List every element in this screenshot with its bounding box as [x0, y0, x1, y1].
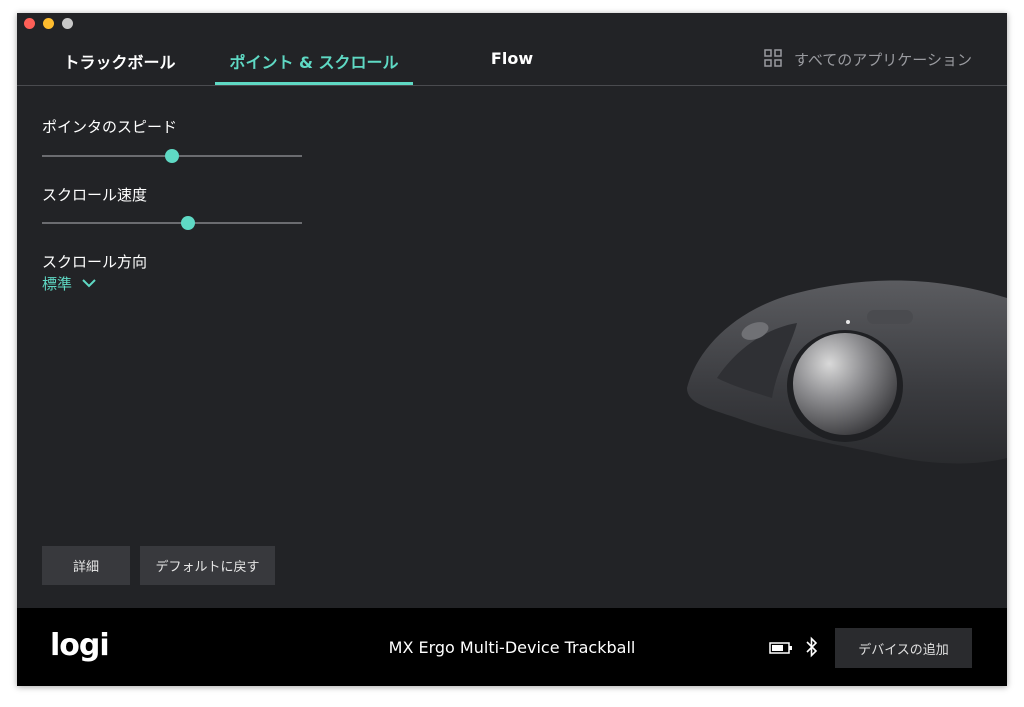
window-controls: [24, 18, 73, 29]
slider-track: [42, 222, 302, 224]
app-window: トラックボール ポイント & スクロール Flow すべてのアプリケーション ポ…: [17, 13, 1007, 686]
restore-default-button[interactable]: デフォルトに戻す: [140, 546, 275, 585]
pointer-speed-label: ポインタのスピード: [42, 118, 178, 136]
tab-flow[interactable]: Flow: [482, 49, 542, 85]
pointer-speed-slider[interactable]: [42, 149, 302, 163]
scroll-direction-value: 標準: [42, 275, 73, 293]
chevron-down-icon: [82, 279, 96, 288]
scroll-direction-label: スクロール方向: [42, 253, 148, 271]
trackball-mouse-image: [687, 280, 1007, 464]
tab-point-scroll[interactable]: ポイント & スクロール: [215, 49, 413, 85]
all-applications-button[interactable]: すべてのアプリケーション: [764, 49, 972, 70]
tab-bar: トラックボール ポイント & スクロール Flow すべてのアプリケーション: [17, 39, 1007, 86]
zoom-window-button[interactable]: [62, 18, 73, 29]
scroll-speed-label: スクロール速度: [42, 186, 148, 204]
scroll-speed-slider[interactable]: [42, 216, 302, 230]
bluetooth-icon: [806, 636, 818, 658]
battery-icon: [769, 642, 792, 654]
close-window-button[interactable]: [24, 18, 35, 29]
details-button[interactable]: 詳細: [42, 546, 130, 585]
footer-bar: logi MX Ergo Multi-Device Trackball デバイス…: [17, 608, 1007, 686]
all-applications-label: すべてのアプリケーション: [793, 51, 972, 69]
add-device-button[interactable]: デバイスの追加: [835, 628, 972, 668]
tab-trackball[interactable]: トラックボール: [62, 49, 177, 85]
minimize-window-button[interactable]: [43, 18, 54, 29]
scroll-direction-dropdown[interactable]: 標準: [42, 273, 96, 294]
slider-thumb[interactable]: [165, 149, 179, 163]
grid-icon: [764, 49, 782, 67]
slider-thumb[interactable]: [180, 216, 195, 230]
